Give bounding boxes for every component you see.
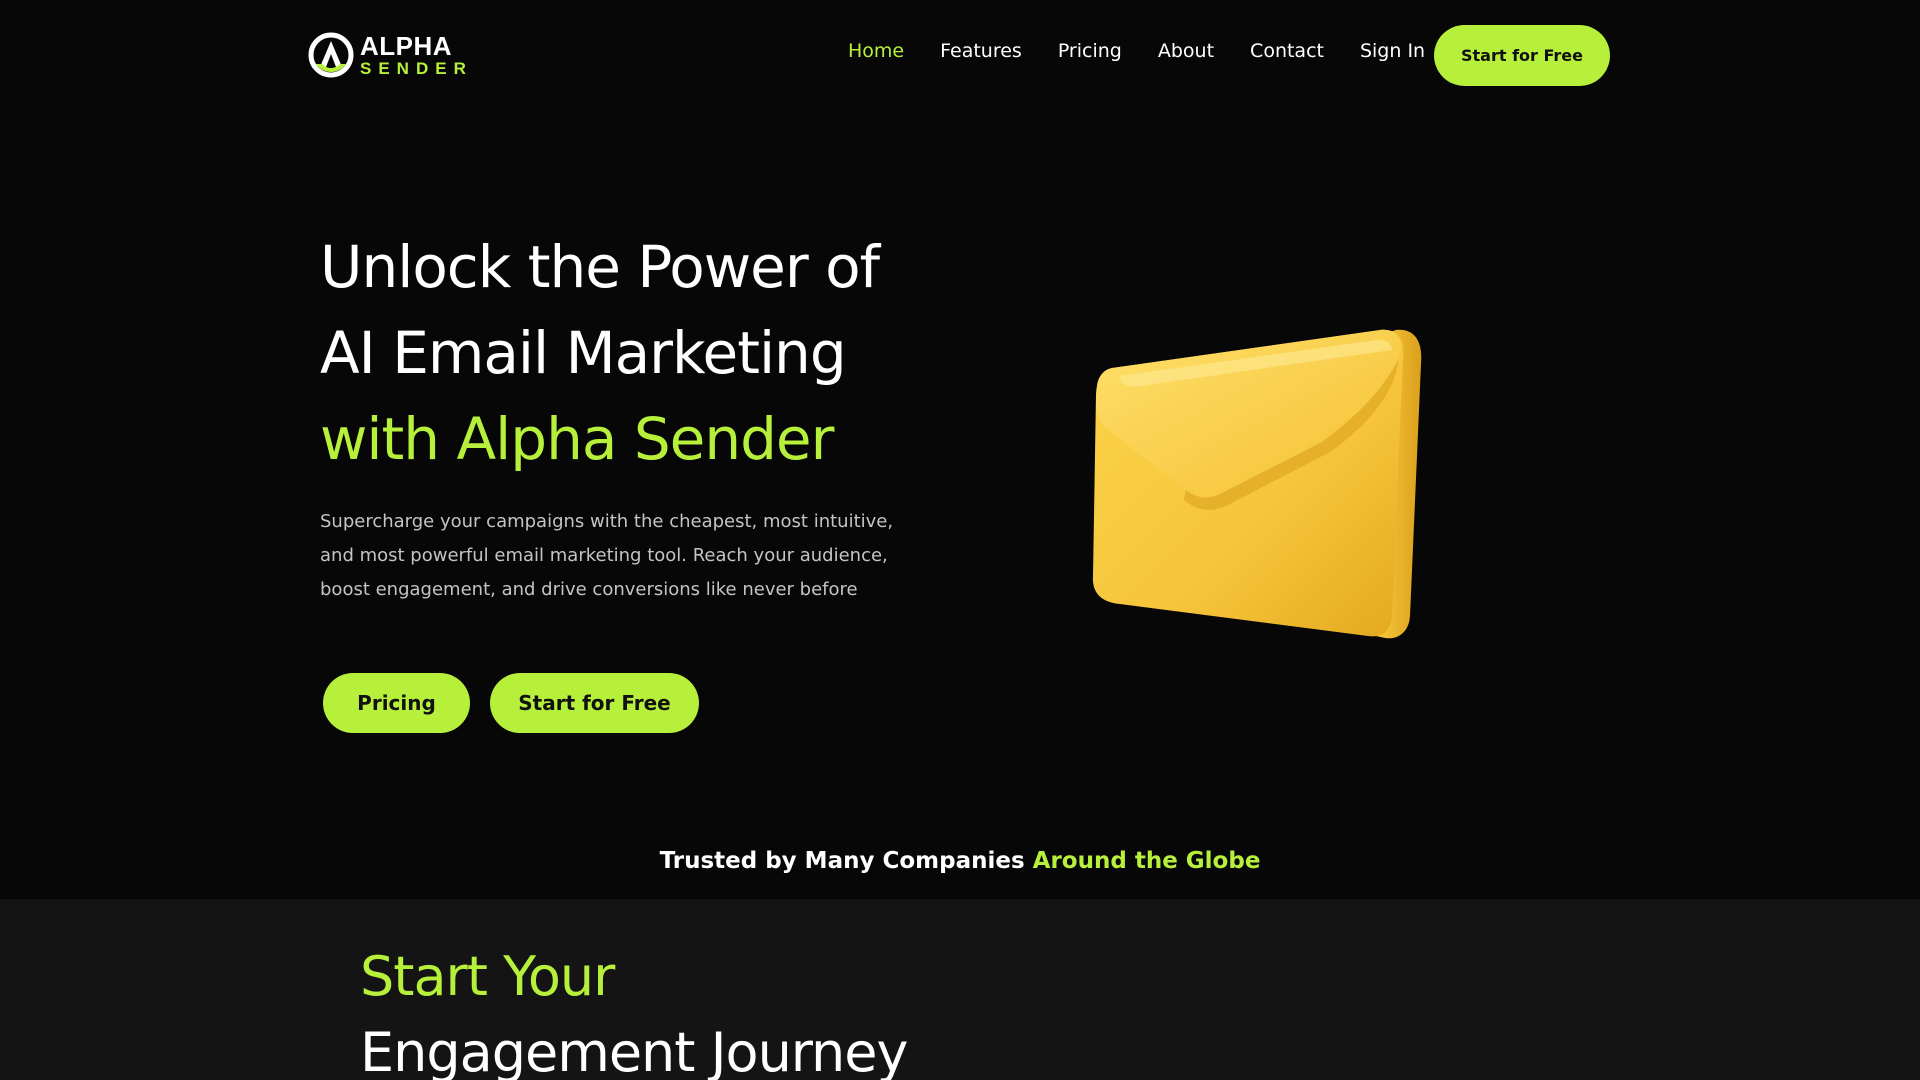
engagement-title-line-2: Engagement Journey	[360, 1021, 908, 1080]
hero-title: Unlock the Power of AI Email Marketing w…	[320, 224, 960, 482]
trusted-by-heading: Trusted by Many Companies Around the Glo…	[0, 848, 1920, 874]
logo-text-bottom: SENDER	[360, 59, 473, 78]
engagement-title-line-1: Start Your	[360, 945, 615, 1008]
hero-start-free-button[interactable]: Start for Free	[490, 673, 699, 733]
main-nav: Home Features Pricing About Contact Sign…	[848, 40, 1425, 62]
hero-pricing-button[interactable]: Pricing	[323, 673, 470, 733]
hero-title-line-3: with Alpha Sender	[320, 405, 834, 473]
envelope-icon	[1092, 329, 1422, 639]
nav-link-sign-in[interactable]: Sign In	[1360, 40, 1425, 62]
nav-link-home[interactable]: Home	[848, 40, 904, 62]
brand-logo[interactable]: ALPHA SENDER	[308, 30, 473, 80]
landing-page: ALPHA SENDER Home Features Pricing About…	[0, 0, 1920, 1080]
hero-title-line-1: Unlock the Power of	[320, 233, 880, 301]
nav-link-contact[interactable]: Contact	[1250, 40, 1324, 62]
trusted-text-main: Trusted by Many Companies	[659, 848, 1025, 874]
logo-mark-icon	[308, 32, 354, 78]
logo-wordmark: ALPHA SENDER	[360, 33, 473, 77]
trusted-text-accent: Around the Globe	[1032, 848, 1261, 874]
engagement-title: Start Your Engagement Journey	[360, 939, 908, 1080]
engagement-section: Start Your Engagement Journey	[0, 899, 1920, 1080]
nav-link-features[interactable]: Features	[940, 40, 1022, 62]
hero-title-line-2: AI Email Marketing	[320, 319, 847, 387]
site-header: ALPHA SENDER Home Features Pricing About…	[0, 0, 1920, 110]
hero-subtitle: Supercharge your campaigns with the chea…	[320, 511, 894, 600]
nav-link-pricing[interactable]: Pricing	[1058, 40, 1122, 62]
logo-text-top: ALPHA	[360, 31, 453, 61]
nav-link-about[interactable]: About	[1158, 40, 1214, 62]
header-start-free-button[interactable]: Start for Free	[1434, 25, 1610, 86]
